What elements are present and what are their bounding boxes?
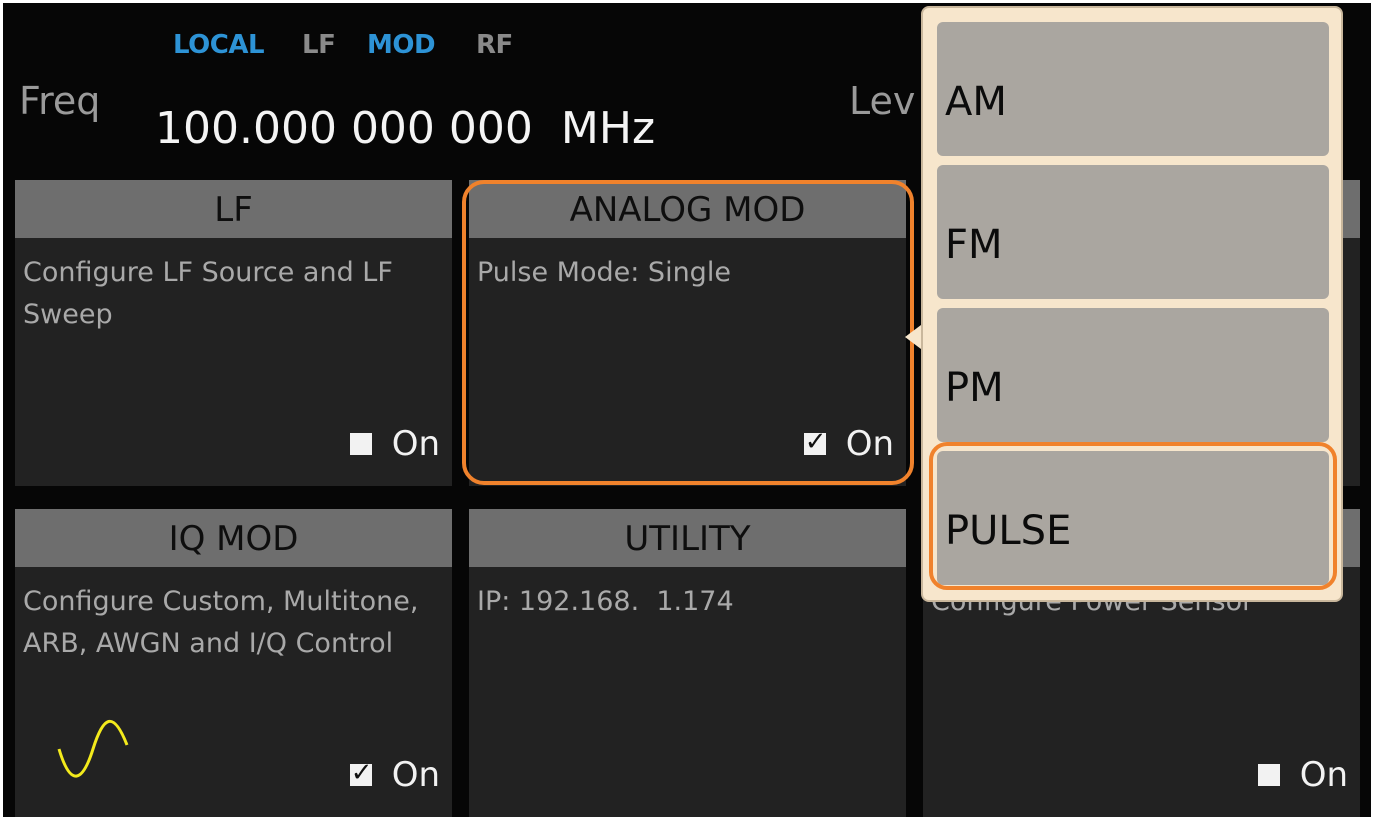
tile-lf-description: Configure LF Source and LF Sweep [23, 257, 393, 330]
lf-on-checkbox[interactable] [349, 433, 372, 455]
lf-on-label: On [391, 424, 440, 464]
status-mod: MOD [367, 30, 436, 60]
menu-item-fm-label: FM [945, 222, 1003, 268]
sine-wave-icon [57, 720, 129, 778]
level-label[interactable]: Lev [849, 79, 915, 123]
tile-lf[interactable]: LF Configure LF Source and LF Sweep On [15, 180, 452, 486]
lf-on-toggle[interactable]: On [349, 424, 440, 464]
analog-mod-selection-highlight [462, 180, 914, 485]
tile-iq-mod[interactable]: IQ MOD Configure Custom, Multitone, ARB,… [15, 509, 452, 817]
frequency-value: 100.000 000 000 [155, 103, 533, 154]
frequency-label: Freq [19, 79, 101, 123]
frequency-unit: MHz [560, 103, 656, 154]
menu-item-pm[interactable]: PM [937, 308, 1329, 442]
menu-item-pm-label: PM [945, 365, 1004, 411]
tile-utility[interactable]: UTILITY IP: 192.168. 1.174 [469, 509, 906, 817]
iq-mod-on-checkbox[interactable] [349, 758, 372, 788]
menu-item-fm[interactable]: FM [937, 165, 1329, 299]
frequency-value-field[interactable]: 100.000 000 000 MHz [155, 103, 655, 154]
status-lf: LF [302, 30, 336, 60]
tile-iq-mod-description: Configure Custom, Multitone, ARB, AWGN a… [23, 586, 419, 659]
iq-mod-on-label: On [391, 755, 440, 795]
instrument-screen: LOCAL LF MOD RF Freq 100.000 000 000 MHz … [3, 3, 1371, 817]
power-sensor-on-label: On [1299, 755, 1348, 795]
pulse-selection-highlight [929, 442, 1337, 590]
popup-pointer [905, 325, 921, 349]
iq-mod-on-toggle[interactable]: On [349, 755, 440, 795]
power-sensor-on-checkbox[interactable] [1257, 764, 1280, 786]
tile-utility-description: IP: 192.168. 1.174 [477, 586, 734, 617]
tile-utility-title: UTILITY [469, 509, 906, 567]
menu-item-am[interactable]: AM [937, 22, 1329, 156]
status-rf: RF [476, 30, 513, 60]
menu-item-am-label: AM [945, 79, 1007, 125]
modulation-popup-menu: AM FM PM PULSE [921, 6, 1343, 602]
status-local: LOCAL [173, 30, 265, 60]
tile-iq-mod-title: IQ MOD [15, 509, 452, 567]
tile-lf-title: LF [15, 180, 452, 238]
power-sensor-on-toggle[interactable]: On [1257, 755, 1348, 795]
